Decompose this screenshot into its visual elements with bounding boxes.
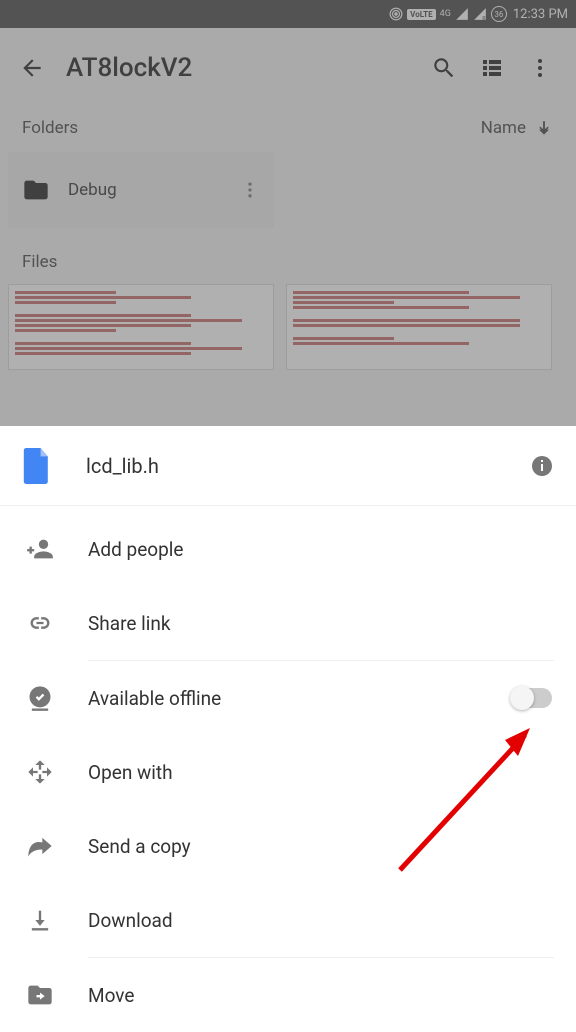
sheet-menu-list: Add people Share link Available offline … <box>0 506 576 1032</box>
files-label: Files <box>0 228 576 284</box>
file-thumbnail-1[interactable] <box>8 284 274 370</box>
send-icon <box>24 832 56 860</box>
send-copy-item[interactable]: Send a copy <box>0 809 576 883</box>
back-button[interactable] <box>12 48 52 88</box>
open-with-icon <box>24 758 56 786</box>
link-icon <box>24 609 56 637</box>
share-link-label: Share link <box>88 612 552 635</box>
search-button[interactable] <box>420 44 468 92</box>
available-offline-label: Available offline <box>88 687 512 710</box>
offline-icon <box>24 684 56 712</box>
add-people-icon <box>24 535 56 563</box>
sheet-header: lcd_lib.h <box>0 426 576 506</box>
volte-badge: VoLTE <box>407 9 435 20</box>
share-link-item[interactable]: Share link <box>0 586 576 660</box>
status-bar: VoLTE 4G R 36 12:33 PM <box>0 0 576 28</box>
send-copy-label: Send a copy <box>88 835 552 858</box>
sort-direction-icon[interactable] <box>534 118 554 138</box>
add-people-label: Add people <box>88 538 552 561</box>
signal-icon-2: R <box>473 7 487 21</box>
app-bar: AT8lockV2 <box>0 28 576 108</box>
offline-toggle[interactable] <box>512 688 552 708</box>
hotspot-icon <box>389 7 403 21</box>
bottom-sheet: lcd_lib.h Add people Share link Availabl… <box>0 426 576 1024</box>
open-with-item[interactable]: Open with <box>0 735 576 809</box>
folder-icon <box>22 176 50 204</box>
move-label: Move <box>88 984 552 1007</box>
download-label: Download <box>88 909 552 932</box>
folder-name: Debug <box>68 180 117 200</box>
folder-menu-button[interactable] <box>240 180 260 200</box>
file-thumbnails <box>0 284 576 370</box>
network-type: 4G <box>440 9 451 19</box>
folders-header-row: Folders Name <box>0 108 576 148</box>
available-offline-item[interactable]: Available offline <box>0 661 576 735</box>
file-thumbnail-2[interactable] <box>286 284 552 370</box>
download-item[interactable]: Download <box>0 883 576 957</box>
background-content: AT8lockV2 Folders Name Debug Files <box>0 28 576 426</box>
open-with-label: Open with <box>88 761 552 784</box>
page-title: AT8lockV2 <box>66 53 420 83</box>
sort-button[interactable]: Name <box>481 118 526 138</box>
battery-icon: 36 <box>491 6 507 22</box>
folders-label: Folders <box>22 118 78 138</box>
file-icon <box>22 448 52 484</box>
view-toggle-button[interactable] <box>468 44 516 92</box>
clock: 12:33 PM <box>513 7 568 22</box>
download-icon <box>24 906 56 934</box>
overflow-menu-button[interactable] <box>516 44 564 92</box>
add-people-item[interactable]: Add people <box>0 512 576 586</box>
move-icon <box>24 981 56 1009</box>
info-button[interactable] <box>530 454 554 478</box>
signal-icon-1 <box>455 7 469 21</box>
folder-item-debug[interactable]: Debug <box>8 152 274 228</box>
sheet-filename: lcd_lib.h <box>86 454 530 478</box>
move-item[interactable]: Move <box>0 958 576 1032</box>
